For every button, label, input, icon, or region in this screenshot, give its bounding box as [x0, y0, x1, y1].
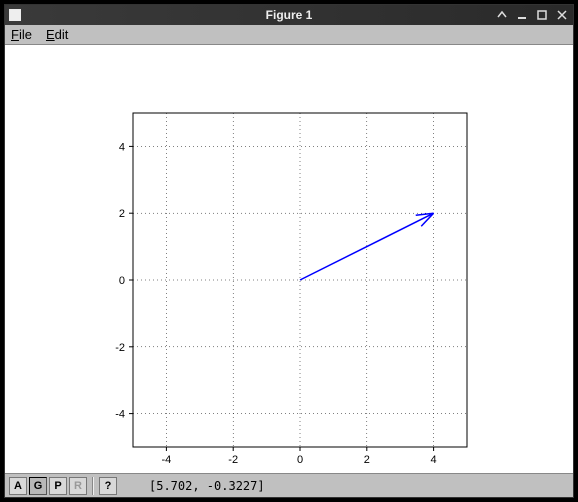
cursor-coordinates: [5.702, -0.3227] [149, 479, 265, 493]
toolbar-separator [92, 477, 94, 495]
svg-text:-2: -2 [115, 342, 125, 354]
window-controls [495, 8, 569, 22]
menu-edit[interactable]: Edit [46, 27, 68, 42]
menubar: File Edit [5, 25, 573, 45]
menu-file[interactable]: File [11, 27, 32, 42]
tool-rotate-button: R [69, 477, 87, 495]
maximize-icon[interactable] [535, 8, 549, 22]
tool-pan-button[interactable]: P [49, 477, 67, 495]
svg-text:0: 0 [297, 454, 303, 466]
app-icon [9, 9, 21, 21]
svg-text:2: 2 [119, 208, 125, 220]
figure-window: Figure 1 File Edit -4 -2 0 2 4 -4 -2 0 2 4 A G P … [4, 4, 574, 498]
svg-text:-2: -2 [228, 454, 238, 466]
rollup-icon[interactable] [495, 8, 509, 22]
statusbar: A G P R ? [5.702, -0.3227] [5, 473, 573, 497]
close-icon[interactable] [555, 8, 569, 22]
plot-canvas[interactable]: -4 -2 0 2 4 -4 -2 0 2 4 [5, 45, 573, 473]
svg-text:0: 0 [119, 275, 125, 287]
svg-text:-4: -4 [115, 409, 125, 421]
window-title: Figure 1 [5, 8, 573, 22]
titlebar[interactable]: Figure 1 [5, 5, 573, 25]
svg-text:4: 4 [431, 454, 437, 466]
minimize-icon[interactable] [515, 8, 529, 22]
svg-text:2: 2 [364, 454, 370, 466]
tool-help-button[interactable]: ? [99, 477, 117, 495]
tool-autoscale-button[interactable]: A [9, 477, 27, 495]
svg-text:-4: -4 [162, 454, 172, 466]
svg-text:4: 4 [119, 141, 125, 153]
tool-grid-button[interactable]: G [29, 477, 47, 495]
axes: -4 -2 0 2 4 -4 -2 0 2 4 [5, 45, 573, 473]
